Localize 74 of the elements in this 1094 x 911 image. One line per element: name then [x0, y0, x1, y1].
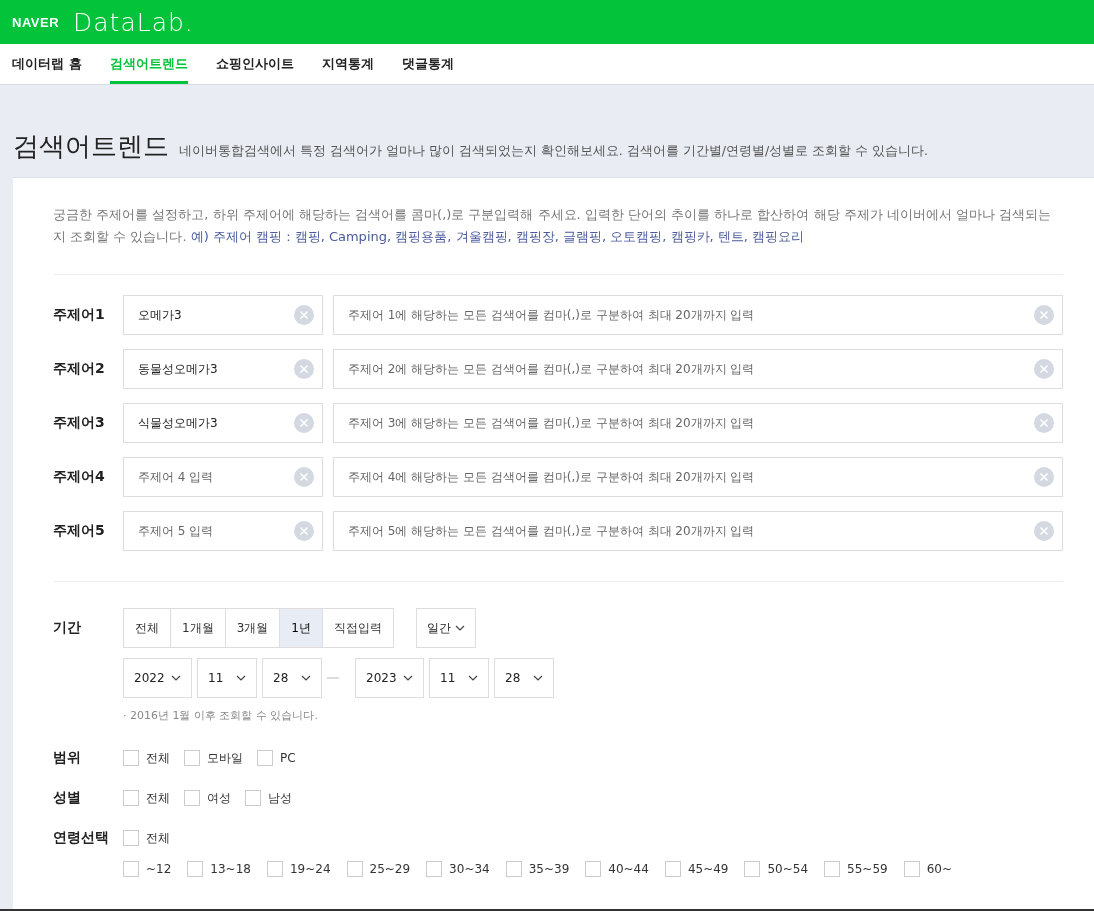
caret-icon [301, 675, 311, 681]
checkbox-option[interactable]: 50~54 [744, 861, 809, 877]
checkbox-option[interactable]: 35~39 [505, 861, 570, 877]
checkbox-option[interactable]: 전체 [123, 789, 170, 807]
field-label: 성별 [53, 789, 82, 807]
date-dropdown[interactable]: 28 [494, 658, 554, 698]
field-label: 범위 [53, 749, 82, 767]
caret-icon [236, 675, 246, 681]
checkbox-option[interactable]: 40~44 [585, 861, 649, 877]
topic-label: 주제어1 [53, 306, 106, 324]
date-dropdown[interactable]: 11 [197, 658, 257, 698]
topic-input[interactable]: 동물성오메가3 [123, 349, 323, 389]
topic-input[interactable]: 주제어 5 입력 [123, 511, 323, 551]
keywords-input[interactable]: 주제어 2에 해당하는 모든 검색어를 컴마(,)로 구분하여 최대 20개까지 입력 [333, 349, 1063, 389]
caret-icon [454, 625, 465, 631]
clear-icon[interactable] [294, 467, 314, 487]
topic-label: 주제어3 [53, 414, 106, 432]
keywords-input[interactable]: 주제어 1에 해당하는 모든 검색어를 컴마(,)로 구분하여 최대 20개까지 입력 [333, 295, 1063, 335]
clear-icon[interactable] [1034, 521, 1054, 541]
period-button[interactable]: 3개월 [224, 608, 281, 648]
page-subtitle: 네이버통합검색에서 특정 검색어가 얼마나 많이 검색되었는지 확인해보세요. 검색어를 기간별/연령별/성별로 조회할 수 있습니다. [179, 143, 929, 160]
period-note: · 2016년 1월 이후 조회할 수 있습니다. [123, 708, 319, 723]
nav-tab[interactable]: 쇼핑인사이트 [215, 44, 294, 84]
clear-icon[interactable] [294, 413, 314, 433]
nav-tab[interactable]: 댓글통계 [401, 44, 454, 84]
caret-icon [468, 675, 478, 681]
topic-label: 주제어4 [53, 468, 106, 486]
checkbox-option[interactable]: 19~24 [266, 861, 331, 877]
checkbox-option[interactable]: 모바일 [184, 749, 243, 767]
period-button[interactable]: 전체 [123, 608, 171, 648]
checkbox-option[interactable]: 55~59 [824, 861, 888, 877]
nav-tab[interactable]: 지역통계 [321, 44, 374, 84]
caret-icon [533, 675, 543, 681]
field-label: 기간 [53, 619, 82, 637]
clear-icon[interactable] [294, 305, 314, 325]
unit-dropdown[interactable]: 일간 [415, 608, 476, 648]
keywords-input[interactable]: 주제어 5에 해당하는 모든 검색어를 컴마(,)로 구분하여 최대 20개까지 입력 [333, 511, 1063, 551]
checkbox-option[interactable]: 60~ [903, 861, 952, 877]
clear-icon[interactable] [294, 521, 314, 541]
topic-input[interactable]: 식물성오메가3 [123, 403, 323, 443]
period-button[interactable]: 1년 [279, 608, 323, 648]
checkbox-option[interactable]: 30~34 [426, 861, 490, 877]
checkbox-option[interactable]: 13~18 [187, 861, 251, 877]
keywords-input[interactable]: 주제어 4에 해당하는 모든 검색어를 컴마(,)로 구분하여 최대 20개까지 입력 [333, 457, 1063, 497]
date-dropdown[interactable]: 2022 [123, 658, 192, 698]
checkbox-option[interactable]: 남성 [245, 789, 292, 807]
page-title: 검색어트렌드 [13, 130, 169, 163]
topic-input[interactable]: 주제어 4 입력 [123, 457, 323, 497]
field-label: 연령선택 [53, 829, 110, 847]
checkbox-option[interactable]: ~12 [123, 861, 172, 877]
checkbox-option[interactable]: 25~29 [346, 861, 411, 877]
clear-icon[interactable] [294, 359, 314, 379]
topic-input[interactable]: 오메가3 [123, 295, 323, 335]
clear-icon[interactable] [1034, 305, 1054, 325]
clear-icon[interactable] [1034, 467, 1054, 487]
keywords-input[interactable]: 주제어 3에 해당하는 모든 검색어를 컴마(,)로 구분하여 최대 20개까지 입력 [333, 403, 1063, 443]
checkbox-option[interactable]: 전체 [123, 829, 170, 847]
clear-icon[interactable] [1034, 359, 1054, 379]
checkbox-option[interactable]: PC [257, 750, 296, 766]
date-dropdown[interactable]: 2023 [355, 658, 424, 698]
checkbox-option[interactable]: 45~49 [664, 861, 729, 877]
nav-tab[interactable]: 데이터랩 홈 [12, 44, 82, 84]
checkbox-option[interactable]: 전체 [123, 749, 170, 767]
checkbox-option[interactable]: 여성 [184, 789, 231, 807]
caret-icon [171, 675, 181, 681]
clear-icon[interactable] [1034, 413, 1054, 433]
topic-label: 주제어5 [53, 522, 106, 540]
date-dropdown[interactable]: 11 [429, 658, 489, 698]
topic-label: 주제어2 [53, 360, 106, 378]
date-dropdown[interactable]: 28 [262, 658, 322, 698]
caret-icon [403, 675, 413, 681]
intro-paragraph: 궁금한 주제어를 설정하고, 하위 주제어에 해당하는 검색어를 콤마(,)로 구분입력해 주세요. 입력한 단어의 추이를 하나로 합산하여 해당 주제가 네이버에서 얼마나 검색되는지 조회할 수 있습니다. 예) 주제어 캠핑 : 캠핑, Camping, 캠핑용품, 겨울캠핑, 캠핑장, 글램핑, 오토캠핑, 캠핑카, 텐트, 캠핑요리 [53, 204, 1063, 275]
period-button[interactable]: 1개월 [170, 608, 226, 648]
period-button[interactable]: 직접입력 [321, 608, 394, 648]
